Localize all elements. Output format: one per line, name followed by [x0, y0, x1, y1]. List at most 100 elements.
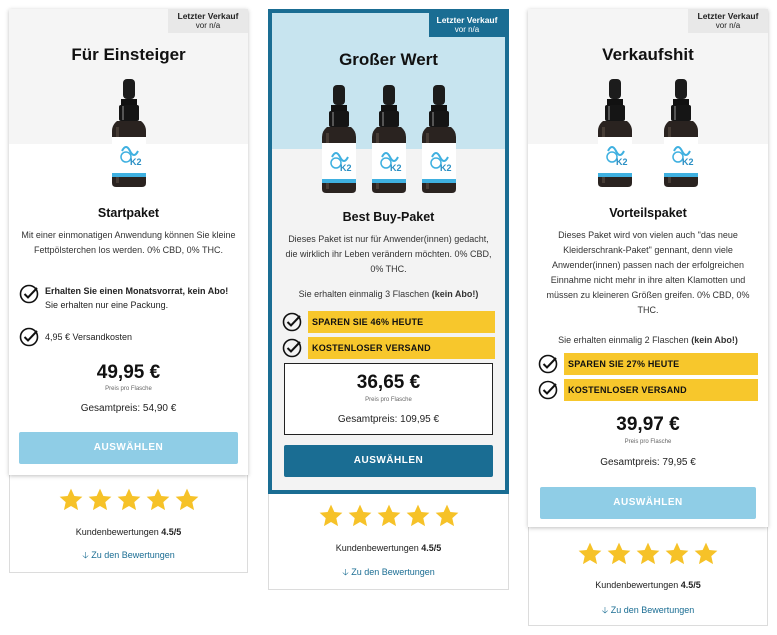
card-title: Für Einsteiger [71, 45, 186, 64]
star-icon [606, 541, 632, 567]
highlight-row: KOSTENLOSER VERSAND [538, 379, 758, 401]
package-name: Startpaket [97, 206, 160, 220]
highlight-row: SPAREN SIE 27% HEUTE [538, 353, 758, 375]
star-icon [174, 487, 200, 513]
package-card-bestseller: Letzter Verkauf vor n/a Verkaufshit Vort… [528, 9, 768, 626]
total-price: Gesamtpreis: 79,95 € [600, 457, 696, 468]
star-icon [693, 541, 719, 567]
check-circle-icon [19, 284, 39, 304]
reviews-link-label: Zu den Bewertungen [610, 605, 695, 615]
bottle-image [108, 79, 150, 187]
star-icon [145, 487, 171, 513]
last-sale-badge: Letzter Verkauf vor n/a [429, 13, 505, 37]
rating-stars [528, 541, 768, 567]
reviews-link[interactable]: 🡣 Zu den Bewertungen [268, 565, 509, 581]
rating-summary: Kundenbewertungen 4.5/5 [528, 580, 768, 590]
product-image [272, 85, 505, 193]
rating-stars [9, 487, 248, 513]
feature-bold: Erhalten Sie einen Monatsvorrat, kein Ab… [45, 286, 229, 296]
rating-value: 4.5/5 [680, 580, 701, 590]
star-icon [376, 503, 402, 529]
last-sale-time: vor n/a [454, 25, 480, 34]
package-description: Mit einer einmonatigen Anwendung können … [21, 230, 236, 255]
bottles-note: Sie erhalten einmalig 3 Flaschen (kein A… [282, 289, 495, 299]
total-price: Gesamtpreis: 54,90 € [80, 403, 177, 414]
package-card-starter: Letzter Verkauf vor n/a Für Einsteiger S… [9, 9, 248, 573]
last-sale-time: vor n/a [715, 21, 741, 30]
bottles-note-text: Sie erhalten einmalig 3 Flaschen [298, 289, 430, 299]
bottles-note: Sie erhalten einmalig 2 Flaschen (kein A… [538, 335, 758, 345]
price-box: 36,65 € Preis pro Flasche Gesamtpreis: 1… [284, 363, 493, 435]
last-sale-label: Letzter Verkauf [177, 11, 239, 21]
star-icon [577, 541, 603, 567]
package-description: Dieses Paket ist nur für Anwender(innen)… [285, 234, 492, 274]
arrow-down-icon: 🡣 [82, 550, 89, 560]
last-sale-badge: Letzter Verkauf vor n/a [168, 9, 248, 33]
reviews-link-label: Zu den Bewertungen [351, 567, 435, 577]
card-panel: Letzter Verkauf vor n/a Großer Wert Best… [268, 9, 509, 494]
star-icon [664, 541, 690, 567]
card-panel: Letzter Verkauf vor n/a Verkaufshit Vort… [528, 9, 768, 527]
star-icon [87, 487, 113, 513]
price-per-unit: Preis pro Flasche [105, 386, 152, 392]
rating-label: Kundenbewertungen [335, 543, 419, 553]
star-icon [318, 503, 344, 529]
package-card-best-buy: Letzter Verkauf vor n/a Großer Wert Best… [268, 9, 509, 590]
star-icon [635, 541, 661, 567]
rating-stars [268, 503, 509, 529]
highlight-savings: SPAREN SIE 27% HEUTE [564, 353, 758, 375]
reviews-link[interactable]: 🡣 Zu den Bewertungen [9, 548, 248, 564]
last-sale-label: Letzter Verkauf [436, 15, 498, 25]
price-per-unit: Preis pro Flasche [624, 439, 672, 445]
check-circle-icon [538, 354, 558, 374]
card-panel: Letzter Verkauf vor n/a Für Einsteiger S… [9, 9, 248, 475]
package-description: Dieses Paket wird von vielen auch "das n… [546, 230, 750, 315]
select-button[interactable]: AUSWÄHLEN [19, 432, 238, 464]
reviews-link-label: Zu den Bewertungen [91, 550, 175, 560]
arrow-down-icon: 🡣 [342, 567, 349, 577]
check-circle-icon [282, 338, 302, 358]
highlight-savings: SPAREN SIE 46% HEUTE [308, 311, 495, 333]
last-sale-label: Letzter Verkauf [697, 11, 759, 21]
check-circle-icon [538, 380, 558, 400]
star-icon [58, 487, 84, 513]
highlight-row: SPAREN SIE 46% HEUTE [282, 311, 495, 333]
rating-summary: Kundenbewertungen 4.5/5 [9, 527, 248, 537]
total-price: Gesamtpreis: 109,95 € [337, 414, 440, 425]
star-icon [434, 503, 460, 529]
star-icon [116, 487, 142, 513]
product-image [9, 79, 248, 187]
card-title: Großer Wert [339, 50, 438, 69]
price: 39,97 € [616, 414, 680, 435]
feature-row: 4,95 € Versandkosten [19, 327, 238, 347]
select-button[interactable]: AUSWÄHLEN [284, 445, 493, 477]
rating-summary: Kundenbewertungen 4.5/5 [268, 543, 509, 553]
rating-label: Kundenbewertungen [75, 527, 159, 537]
rating-value: 4.5/5 [421, 543, 442, 553]
bottles-note-bold: (kein Abo!) [431, 289, 479, 299]
rating-value: 4.5/5 [161, 527, 182, 537]
price: 36,65 € [356, 372, 421, 393]
select-button[interactable]: AUSWÄHLEN [540, 487, 756, 519]
reviews-link[interactable]: 🡣 Zu den Bewertungen [528, 603, 768, 619]
bottle-image [660, 79, 702, 187]
feature-row: Erhalten Sie einen Monatsvorrat, kein Ab… [19, 284, 238, 312]
rating-label: Kundenbewertungen [595, 580, 679, 590]
feature-normal: Sie erhalten nur eine Packung. [45, 300, 169, 310]
price-per-unit: Preis pro Flasche [365, 397, 412, 403]
arrow-down-icon: 🡣 [601, 605, 609, 615]
last-sale-badge: Letzter Verkauf vor n/a [688, 9, 768, 33]
product-image [528, 79, 768, 187]
star-icon [347, 503, 373, 529]
feature-text: 4,95 € Versandkosten [45, 332, 133, 342]
bottle-image [368, 85, 410, 193]
feature-text: Erhalten Sie einen Monatsvorrat, kein Ab… [45, 284, 238, 312]
star-icon [405, 503, 431, 529]
bottle-image [418, 85, 460, 193]
bottle-image [318, 85, 360, 193]
highlight-shipping: KOSTENLOSER VERSAND [564, 379, 758, 401]
bottles-note-bold: (kein Abo!) [691, 335, 738, 345]
card-title: Verkaufshit [602, 45, 694, 64]
last-sale-time: vor n/a [195, 21, 221, 30]
check-circle-icon [282, 312, 302, 332]
